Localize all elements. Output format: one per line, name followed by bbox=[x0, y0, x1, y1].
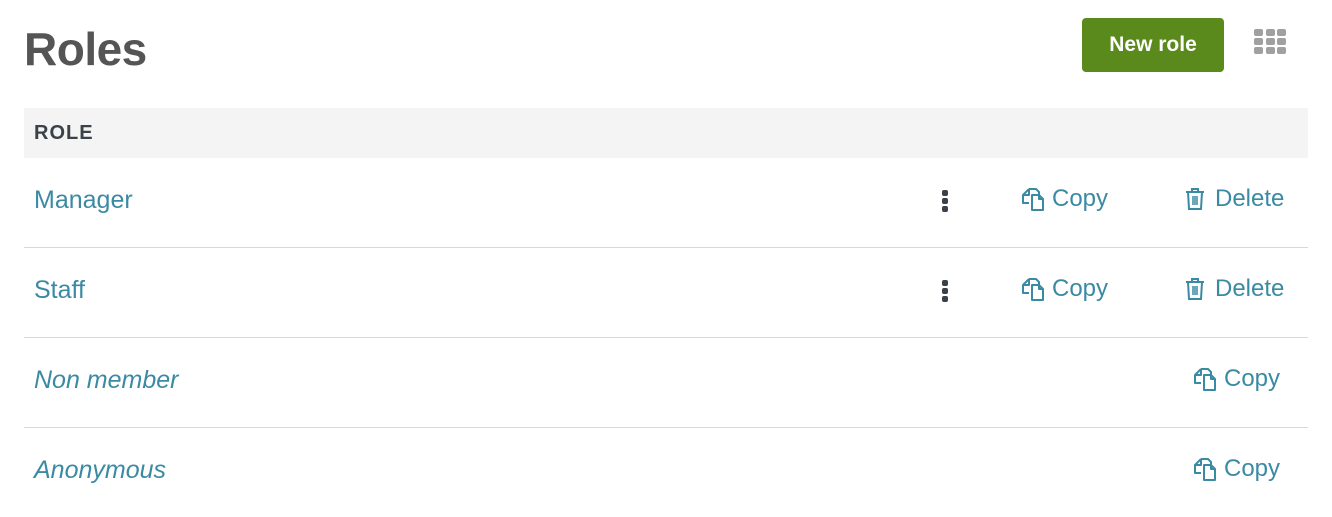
table-row: Non member Copy bbox=[24, 338, 1308, 428]
role-link-staff[interactable]: Staff bbox=[34, 276, 85, 305]
delete-button[interactable]: Delete bbox=[1181, 185, 1284, 213]
table-header: ROLE bbox=[24, 108, 1308, 158]
copy-icon bbox=[1022, 278, 1044, 301]
trash-icon bbox=[1186, 188, 1204, 210]
delete-label: Delete bbox=[1215, 275, 1285, 302]
role-link-non-member[interactable]: Non member bbox=[34, 366, 179, 395]
delete-label: Delete bbox=[1215, 185, 1285, 212]
copy-button[interactable]: Copy bbox=[1018, 275, 1108, 303]
copy-icon bbox=[1194, 458, 1216, 481]
roles-table: ROLE Manager Copy Delete Staff Copy Dele… bbox=[24, 108, 1308, 517]
copy-label: Copy bbox=[1224, 365, 1281, 392]
trash-icon bbox=[1186, 278, 1204, 300]
copy-button[interactable]: Copy bbox=[1190, 455, 1280, 483]
copy-label: Copy bbox=[1052, 275, 1109, 302]
copy-icon bbox=[1194, 368, 1216, 391]
role-link-manager[interactable]: Manager bbox=[34, 186, 133, 215]
copy-label: Copy bbox=[1052, 185, 1109, 212]
copy-button[interactable]: Copy bbox=[1190, 365, 1280, 393]
copy-icon bbox=[1022, 188, 1044, 211]
page-title: Roles bbox=[24, 23, 147, 75]
role-link-anonymous[interactable]: Anonymous bbox=[34, 456, 166, 485]
copy-button[interactable]: Copy bbox=[1018, 185, 1108, 213]
copy-label: Copy bbox=[1224, 455, 1281, 482]
table-row: Staff Copy Delete bbox=[24, 248, 1308, 338]
more-options-icon[interactable] bbox=[940, 190, 950, 212]
column-header-role: ROLE bbox=[34, 121, 94, 144]
delete-button[interactable]: Delete bbox=[1181, 275, 1284, 303]
table-row: Anonymous Copy bbox=[24, 428, 1308, 517]
new-role-button[interactable]: New role bbox=[1082, 18, 1224, 72]
more-options-icon[interactable] bbox=[940, 280, 950, 302]
grid-icon[interactable] bbox=[1254, 29, 1286, 55]
table-row: Manager Copy Delete bbox=[24, 158, 1308, 248]
